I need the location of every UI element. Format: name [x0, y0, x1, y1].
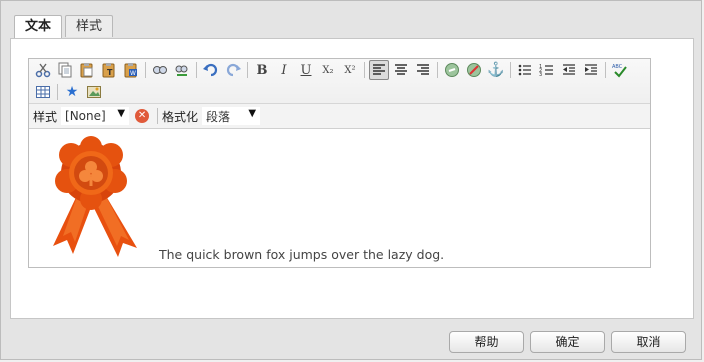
- align-left-icon: [371, 62, 387, 78]
- toolbar-separator: [57, 84, 58, 100]
- special-char-icon: ★: [65, 84, 79, 100]
- toolbar-separator: [364, 62, 365, 78]
- clear-style-icon[interactable]: ✕: [135, 109, 150, 123]
- unlink-icon: [466, 62, 482, 78]
- format-select[interactable]: 段落 ▼: [202, 107, 261, 125]
- bullet-list-button[interactable]: [515, 60, 535, 80]
- editor-content[interactable]: The quick brown fox jumps over the lazy …: [29, 134, 650, 267]
- superscript-button[interactable]: X²: [340, 60, 360, 80]
- toolbar-separator: [157, 108, 159, 124]
- align-right-button[interactable]: [413, 60, 433, 80]
- align-center-icon: [393, 62, 409, 78]
- bullet-list-icon: [517, 62, 533, 78]
- redo-icon: [225, 62, 241, 78]
- editor-toolbar: T W B I U X₂ X² ⚓ 1 2 3 ABC ★ 样式 [None] ▼ ✕ 格式化 段落 …: [29, 59, 650, 129]
- spellcheck-button[interactable]: ABC: [610, 60, 630, 80]
- anchor-icon: ⚓: [487, 62, 505, 78]
- help-button[interactable]: 帮助: [449, 331, 524, 353]
- toolbar-separator: [605, 62, 606, 78]
- undo-icon: [203, 62, 219, 78]
- tab-text[interactable]: 文本: [14, 15, 63, 39]
- numbered-list-button[interactable]: 123: [537, 60, 557, 80]
- cut-button[interactable]: [33, 60, 53, 80]
- bold-button[interactable]: B: [252, 60, 272, 80]
- anchor-button[interactable]: ⚓: [486, 60, 506, 80]
- style-select[interactable]: [None] ▼: [61, 107, 130, 125]
- cut-icon: [35, 62, 51, 78]
- outdent-icon: [561, 62, 577, 78]
- tab-panel: T W B I U X₂ X² ⚓ 1 2 3 ABC ★ 样式 [None] ▼ ✕ 格式化 段落 …: [10, 38, 694, 319]
- table-button[interactable]: [33, 82, 53, 102]
- toolbar-separator: [247, 62, 248, 78]
- toolbar-separator: [145, 62, 146, 78]
- paste-icon: [79, 62, 95, 78]
- style-select-value: [None]: [65, 109, 106, 123]
- link-icon: [444, 62, 460, 78]
- bold-icon: B: [256, 62, 268, 78]
- award-ribbon-image: [53, 136, 137, 257]
- italic-icon: I: [281, 62, 287, 78]
- undo-button[interactable]: [201, 60, 221, 80]
- subscript-icon: X₂: [322, 64, 334, 76]
- rich-text-dialog: 文本 样式 T W B I U X₂ X² ⚓ 1 2 3 ABC ★ 样式 [None] ▼ ✕ 格…: [0, 0, 702, 360]
- svg-text:W: W: [130, 70, 136, 77]
- replace-icon: [174, 62, 190, 78]
- numbered-list-icon: 123: [539, 62, 555, 78]
- paste-text-icon: T: [101, 62, 117, 78]
- redo-button[interactable]: [223, 60, 243, 80]
- copy-icon: [57, 62, 73, 78]
- svg-text:T: T: [107, 68, 113, 77]
- toolbar-separator: [510, 62, 511, 78]
- find-icon: [152, 62, 168, 78]
- copy-button[interactable]: [55, 60, 75, 80]
- ok-button[interactable]: 确定: [530, 331, 605, 353]
- underline-button[interactable]: U: [296, 60, 316, 80]
- replace-button[interactable]: [172, 60, 192, 80]
- paste-word-button[interactable]: W: [121, 60, 141, 80]
- format-bar: 样式 [None] ▼ ✕ 格式化 段落 ▼: [29, 103, 650, 128]
- toolbar-row-2: ★: [29, 81, 650, 103]
- style-label: 样式: [33, 109, 58, 124]
- toolbar-separator: [196, 62, 197, 78]
- underline-icon: U: [300, 62, 312, 78]
- rich-text-editor: T W B I U X₂ X² ⚓ 1 2 3 ABC ★ 样式 [None] ▼ ✕ 格式化 段落 …: [28, 58, 651, 268]
- image-icon: [86, 84, 102, 100]
- subscript-button[interactable]: X₂: [318, 60, 338, 80]
- editor-text: The quick brown fox jumps over the lazy …: [159, 247, 445, 262]
- superscript-icon: X²: [344, 64, 356, 76]
- svg-text:ABC: ABC: [612, 64, 623, 70]
- tab-style[interactable]: 样式: [65, 15, 114, 37]
- table-icon: [35, 84, 51, 100]
- format-label: 格式化: [162, 109, 199, 124]
- indent-button[interactable]: [581, 60, 601, 80]
- paste-button[interactable]: [77, 60, 97, 80]
- paste-text-button[interactable]: T: [99, 60, 119, 80]
- spellcheck-icon: ABC: [612, 62, 628, 78]
- chevron-down-icon: ▼: [117, 108, 126, 119]
- indent-icon: [583, 62, 599, 78]
- cancel-button[interactable]: 取消: [611, 331, 686, 353]
- italic-button[interactable]: I: [274, 60, 294, 80]
- image-button[interactable]: [84, 82, 104, 102]
- toolbar-row-1: T W B I U X₂ X² ⚓ 1 2 3 ABC: [29, 59, 650, 81]
- align-right-icon: [415, 62, 431, 78]
- svg-text:3: 3: [539, 72, 542, 78]
- align-center-button[interactable]: [391, 60, 411, 80]
- paste-word-icon: W: [123, 62, 139, 78]
- format-select-value: 段落: [206, 109, 231, 124]
- outdent-button[interactable]: [559, 60, 579, 80]
- unlink-button[interactable]: [464, 60, 484, 80]
- tab-bar: 文本 样式: [14, 15, 114, 39]
- find-button[interactable]: [150, 60, 170, 80]
- chevron-down-icon: ▼: [248, 108, 257, 119]
- special-char-button[interactable]: ★: [62, 82, 82, 102]
- toolbar-separator: [437, 62, 438, 78]
- link-button[interactable]: [442, 60, 462, 80]
- align-left-button[interactable]: [369, 60, 389, 80]
